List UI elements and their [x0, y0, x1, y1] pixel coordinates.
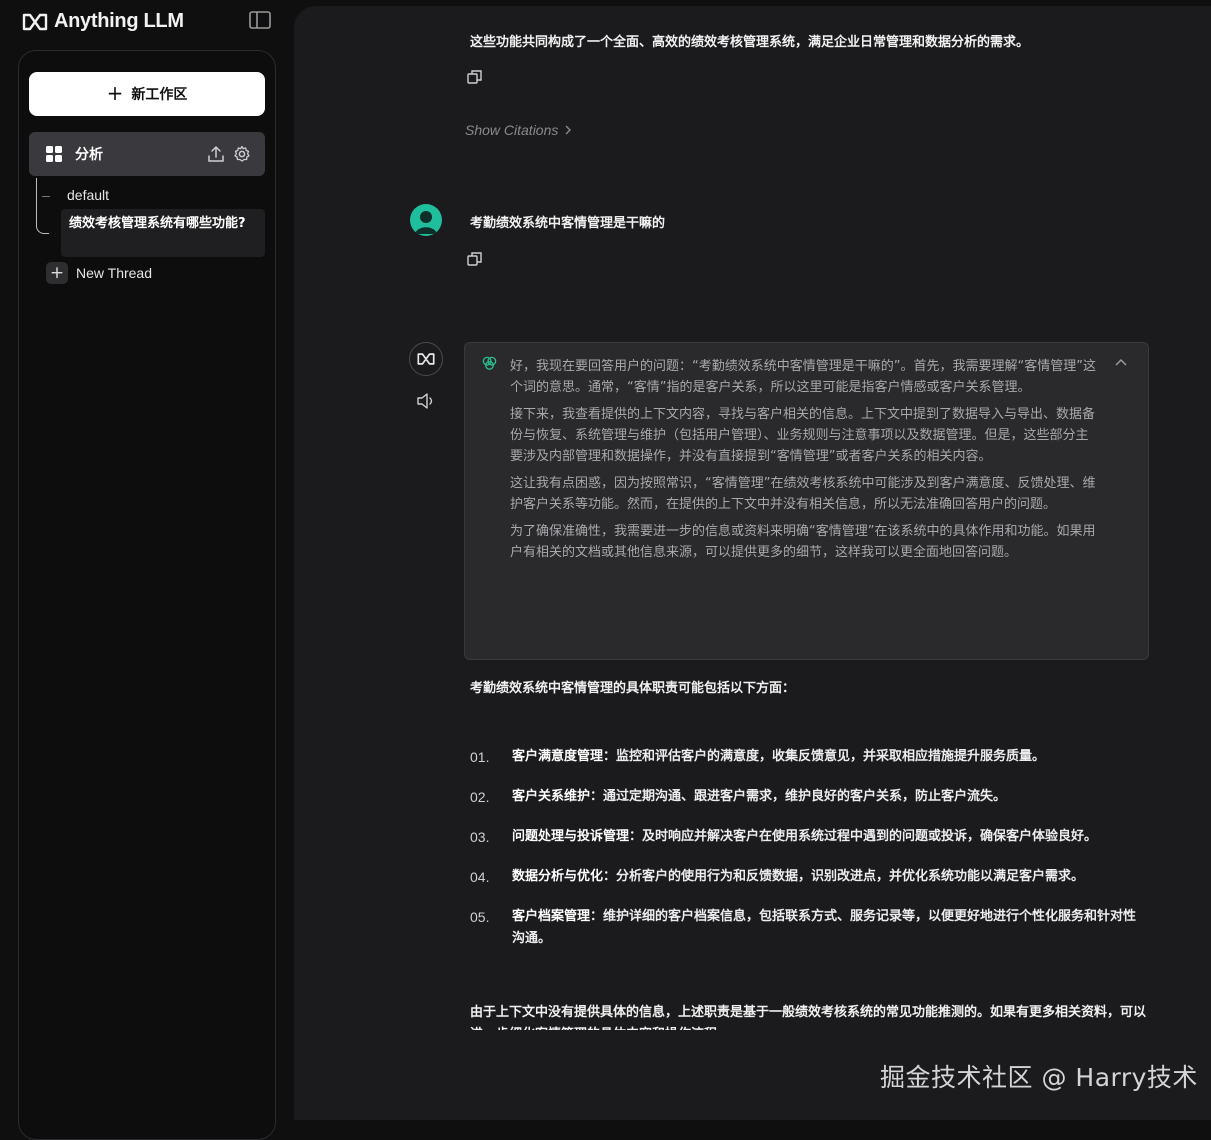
list-item: 03. 问题处理与投诉管理：及时响应并解决客户在使用系统过程中遇到的问题或投诉，… — [470, 826, 1140, 848]
answer-list: 01. 客户满意度管理：监控和评估客户的满意度，收集反馈意见，并采取相应措施提升… — [470, 746, 1140, 950]
user-avatar-icon — [415, 211, 437, 234]
anything-llm-logo-icon — [417, 353, 435, 365]
new-thread-label: New Thread — [76, 265, 153, 281]
watermark: 掘金技术社区 @ Harry技术 — [880, 1063, 1198, 1092]
user-message: 考勤绩效系统中客情管理是干嘛的 — [470, 216, 666, 231]
list-item-title: 客户满意度管理 — [512, 749, 604, 764]
list-item-text: ：监控和评估客户的满意度，收集反馈意见，并采取相应措施提升服务质量。 — [603, 749, 1046, 764]
workspace-item[interactable]: 分析 — [29, 132, 265, 176]
workspace-grid-icon — [46, 146, 62, 162]
list-item-text: ：通过定期沟通、跟进客户需求，维护良好的客户关系，防止客户流失。 — [590, 789, 1007, 804]
list-item: 05. 客户档案管理：维护详细的客户档案信息，包括联系方式、服务记录等，以便更好… — [470, 906, 1140, 950]
list-item-text: ：及时响应并解决客户在使用系统过程中遇到的问题或投诉，确保客户体验良好。 — [629, 829, 1098, 844]
brain-icon — [482, 356, 497, 370]
list-number: 04. — [470, 869, 490, 885]
chevron-up-icon[interactable] — [1114, 357, 1128, 367]
thread-item-active[interactable]: 绩效考核管理系统有哪些功能? — [61, 209, 265, 257]
plus-icon: + — [106, 81, 124, 105]
list-item-title: 问题处理与投诉管理 — [512, 829, 630, 844]
list-item-title: 数据分析与优化 — [512, 869, 604, 884]
thinking-paragraph: 接下来，我查看提供的上下文内容，寻找与客户相关的信息。上下文中提到了数据导入与导… — [510, 407, 1096, 464]
speaker-icon[interactable] — [416, 392, 436, 410]
copy-icon[interactable] — [467, 69, 483, 85]
thinking-panel: 好，我现在要回答用户的问题：“考勤绩效系统中客情管理是干嘛的”。首先，我需要理解… — [464, 342, 1149, 660]
new-workspace-button[interactable]: + 新工作区 — [29, 72, 265, 116]
answer-intro: 考勤绩效系统中客情管理的具体职责可能包括以下方面： — [470, 681, 796, 696]
sidebar-toggle-icon[interactable] — [249, 11, 271, 29]
list-item-title: 客户档案管理 — [512, 909, 591, 924]
list-item: 04. 数据分析与优化：分析客户的使用行为和反馈数据，识别改进点，并优化系统功能… — [470, 866, 1140, 888]
new-workspace-label: 新工作区 — [131, 87, 188, 103]
new-thread-button[interactable]: + New Thread — [46, 262, 152, 284]
thinking-paragraph: 为了确保准确性，我需要进一步的信息或资料来明确“客情管理”在该系统中的具体作用和… — [510, 524, 1096, 560]
thinking-paragraph: 这让我有点困惑，因为按照常识，“客情管理”在绩效考核系统中可能涉及到客户满意度、… — [510, 476, 1096, 512]
chat-panel: 这些功能共同构成了一个全面、高效的绩效考核管理系统，满足企业日常管理和数据分析的… — [294, 6, 1211, 1120]
upload-icon[interactable] — [207, 145, 225, 163]
chevron-right-icon — [565, 125, 572, 135]
list-item: 01. 客户满意度管理：监控和评估客户的满意度，收集反馈意见，并采取相应措施提升… — [470, 746, 1140, 768]
list-number: 05. — [470, 909, 490, 925]
list-item: 02. 客户关系维护：通过定期沟通、跟进客户需求，维护良好的客户关系，防止客户流… — [470, 786, 1140, 808]
user-avatar — [410, 204, 442, 236]
thread-item-default[interactable]: default — [67, 187, 109, 203]
thread-tree-tick — [42, 196, 50, 197]
thinking-paragraph: 好，我现在要回答用户的问题：“考勤绩效系统中客情管理是干嘛的”。首先，我需要理解… — [510, 359, 1096, 395]
app-name: Anything LLM — [54, 10, 184, 32]
list-number: 02. — [470, 789, 490, 805]
list-item-text: ：维护详细的客户档案信息，包括联系方式、服务记录等，以便更好地进行个性化服务和针… — [512, 909, 1137, 946]
list-item-title: 客户关系维护 — [512, 789, 591, 804]
app-logo: Anything LLM — [22, 10, 184, 33]
thread-tree-line — [36, 178, 49, 234]
plus-icon: + — [46, 262, 68, 284]
list-number: 03. — [470, 829, 490, 845]
list-number: 01. — [470, 749, 490, 765]
list-item-text: ：分析客户的使用行为和反馈数据，识别改进点，并优化系统功能以满足客户需求。 — [603, 869, 1085, 884]
workspace-name: 分析 — [75, 147, 103, 163]
anything-llm-logo-icon — [22, 13, 48, 30]
thinking-text: 好，我现在要回答用户的问题：“考勤绩效系统中客情管理是干嘛的”。首先，我需要理解… — [510, 356, 1100, 569]
gear-icon[interactable] — [233, 145, 251, 163]
show-citations-label: Show Citations — [465, 122, 559, 138]
answer-outro: 由于上下文中没有提供具体的信息，上述职责是基于一般绩效考核系统的常见功能推测的。… — [470, 1005, 1147, 1030]
show-citations-link[interactable]: Show Citations — [465, 122, 572, 138]
previous-answer-tail: 这些功能共同构成了一个全面、高效的绩效考核管理系统，满足企业日常管理和数据分析的… — [470, 35, 1030, 50]
copy-icon[interactable] — [467, 251, 483, 267]
sidebar: + 新工作区 分析 default 绩效考核管理系统有哪些功能? + New T… — [18, 50, 276, 1140]
assistant-avatar — [409, 342, 443, 376]
